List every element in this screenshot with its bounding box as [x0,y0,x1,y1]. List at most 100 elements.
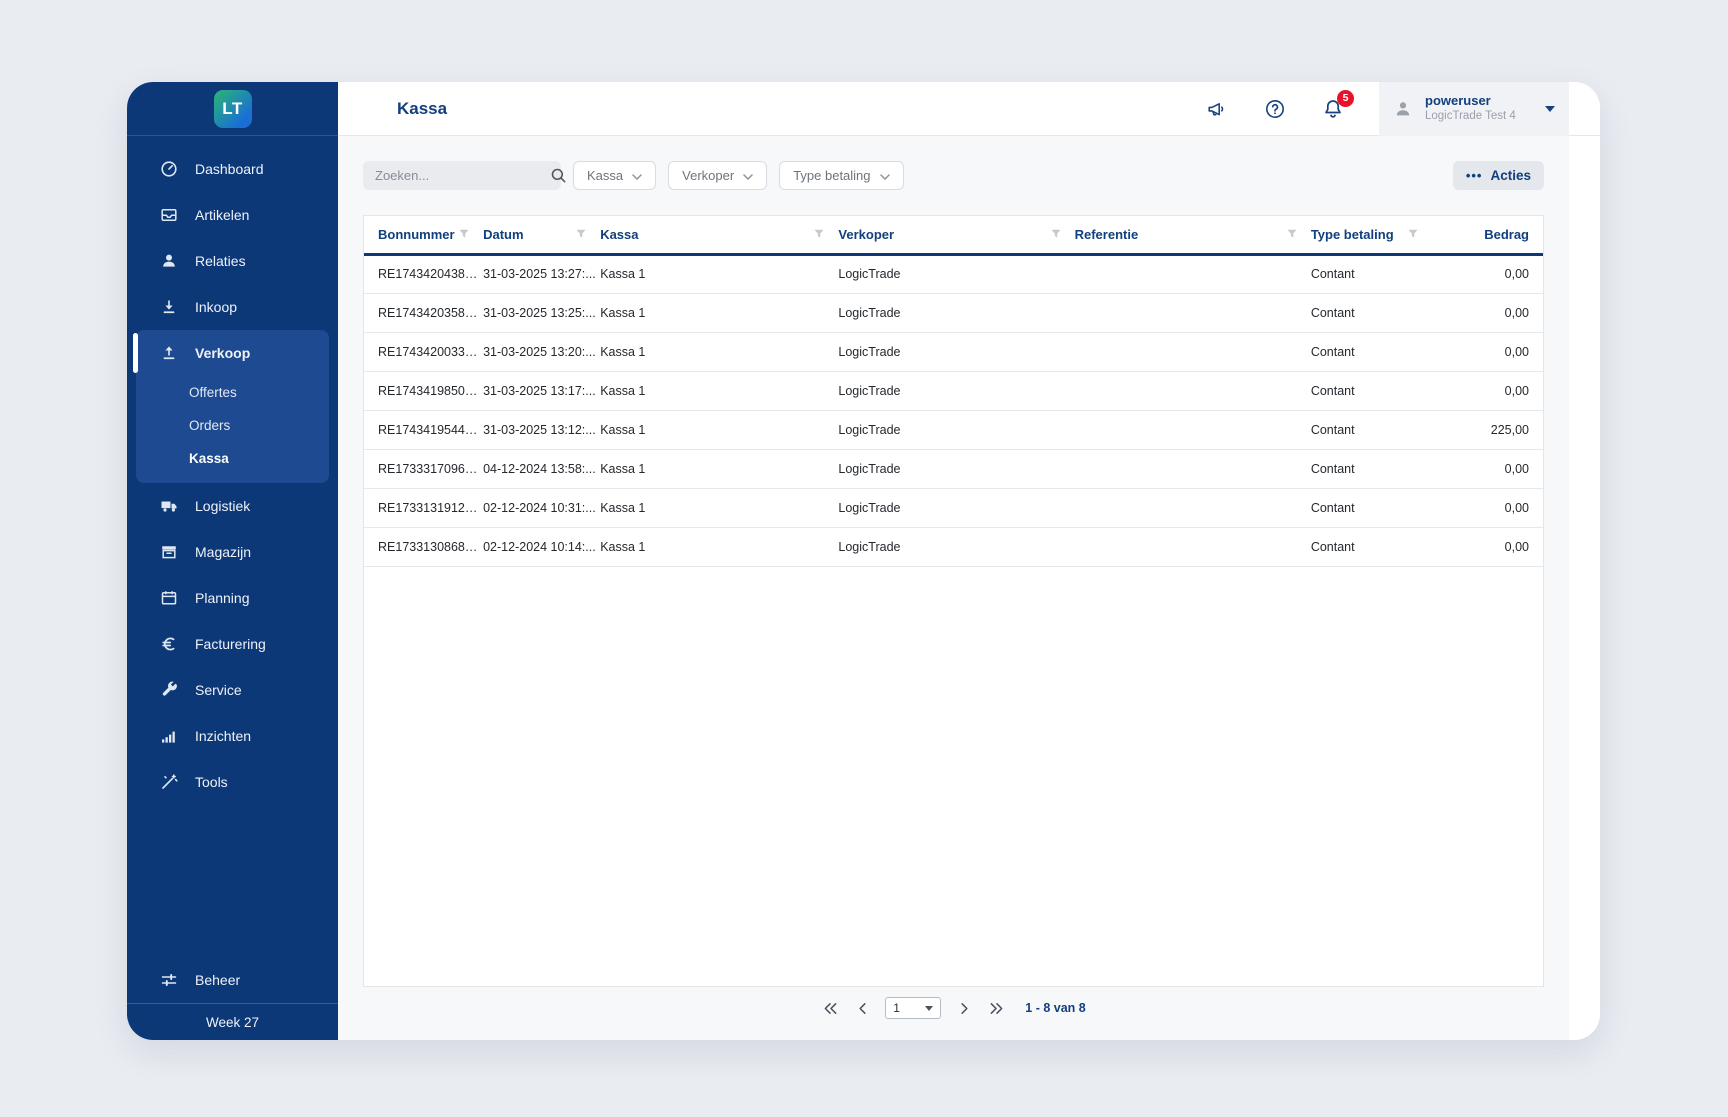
next-page-button[interactable] [955,999,973,1017]
table-row[interactable]: RE1743420438006 31-03-2025 13:27:... Kassa… [364,254,1543,294]
table-row[interactable]: RE1733317096003 04-12-2024 13:58:... Kassa… [364,449,1543,489]
sidebar-subitem-orders[interactable]: Orders [136,409,329,442]
table-row[interactable]: RE1733130868001 02-12-2024 10:14:... Kassa… [364,527,1543,567]
filter-funnel-icon[interactable] [459,229,483,239]
previous-page-button[interactable] [853,999,871,1017]
cell-referentie [1074,254,1311,294]
column-header-referentie[interactable]: Referentie [1075,216,1311,253]
chevron-down-icon [1545,105,1555,112]
cell-verkoper: LogicTrade [838,488,1075,528]
cell-datum: 31-03-2025 13:12:... [483,410,601,450]
column-header-type-betaling[interactable]: Type betaling [1311,216,1432,253]
sidebar-item-dashboard[interactable]: Dashboard [127,146,338,192]
main-area: Kassa 5 poweruser LogicTrade Test 4 Zoek… [338,82,1600,1040]
sidebar-item-label: Logistiek [195,498,251,514]
cell-bonnummer: RE1743420033005 [364,332,484,372]
cell-verkoper: LogicTrade [838,371,1075,411]
cell-type-betaling: Contant [1310,449,1432,489]
filter-row: Kassa Verkoper Type betaling ••• Acties [363,161,1544,190]
cell-datum: 31-03-2025 13:17:... [483,371,601,411]
filter-funnel-icon[interactable] [1408,229,1432,239]
cell-type-betaling: Contant [1310,371,1432,411]
app-window: LT Dashboard Artikelen Relaties Inkoop Verko… [127,82,1600,1040]
page-select[interactable]: 1 [885,997,942,1019]
sidebar-subitem-offertes[interactable]: Offertes [136,376,329,409]
page-title: Kassa [397,98,448,118]
sidebar-item-artikelen[interactable]: Artikelen [127,192,338,238]
sidebar-item-verkoop[interactable]: Verkoop [133,330,329,376]
sidebar-nav: Dashboard Artikelen Relaties Inkoop Verkoop O… [127,136,338,957]
sidebar-item-inkoop[interactable]: Inkoop [127,284,338,330]
filter-dropdowns: Kassa Verkoper Type betaling [573,161,904,190]
column-header-bonnummer[interactable]: Bonnummer [364,216,483,253]
cell-type-betaling: Contant [1310,293,1432,333]
table-row[interactable]: RE1743420033005 31-03-2025 13:20:... Kassa… [364,332,1543,372]
sidebar-item-planning[interactable]: Planning [127,575,338,621]
table-row[interactable]: RE1743420358005 31-03-2025 13:25:... Kassa… [364,293,1543,333]
sidebar-item-logistiek[interactable]: Logistiek [127,483,338,529]
cell-referentie [1074,488,1311,528]
sidebar-item-tools[interactable]: Tools [127,759,338,805]
column-header-kassa[interactable]: Kassa [600,216,838,253]
chevron-down-icon [743,168,753,183]
cell-kassa: Kassa 1 [600,332,839,372]
cell-datum: 31-03-2025 13:27:... [483,254,601,294]
select-caret-icon [925,1005,934,1011]
double-chevron-left-icon [824,1002,837,1014]
cell-bonnummer: RE1743419544005 [364,410,484,450]
sidebar-item-label: Dashboard [195,161,264,177]
filter-type-betaling-dropdown[interactable]: Type betaling [779,161,904,190]
sidebar-item-magazijn[interactable]: Magazijn [127,529,338,575]
chevron-down-icon [879,168,890,183]
filter-funnel-icon[interactable] [1287,229,1311,239]
cell-datum: 31-03-2025 13:25:... [483,293,601,333]
cell-bonnummer: RE1733317096003 [364,449,484,489]
last-page-button[interactable] [987,999,1005,1017]
sidebar-item-service[interactable]: Service [127,667,338,713]
cell-datum: 04-12-2024 13:58:... [483,449,601,489]
user-menu[interactable]: poweruser LogicTrade Test 4 [1379,82,1569,136]
filter-funnel-icon[interactable] [814,229,838,239]
user-name: poweruser [1425,93,1491,109]
filter-kassa-dropdown[interactable]: Kassa [573,161,657,190]
sidebar-item-label: Beheer [195,972,241,988]
active-indicator-bar [133,333,138,373]
column-header-datum[interactable]: Datum [483,216,600,253]
filter-funnel-icon[interactable] [576,229,600,239]
truck-icon [160,497,178,515]
sidebar-subitem-kassa[interactable]: Kassa [136,442,329,475]
search-icon [551,168,566,183]
sidebar: LT Dashboard Artikelen Relaties Inkoop Verko… [127,82,338,1040]
dashboard-icon [160,160,178,178]
announcements-button[interactable] [1205,97,1229,121]
table-row[interactable]: RE1743419850005 31-03-2025 13:17:... Kassa… [364,371,1543,411]
notifications-button[interactable]: 5 [1321,89,1354,121]
cell-bedrag: 0,00 [1431,332,1543,372]
sidebar-item-facturering[interactable]: Facturering [127,621,338,667]
sidebar-item-beheer[interactable]: Beheer [127,957,338,1003]
help-button[interactable] [1263,97,1287,121]
upload-icon [160,344,178,362]
actions-button[interactable]: ••• Acties [1452,161,1544,190]
app-logo[interactable]: LT [213,89,252,128]
user-organisation: LogicTrade Test 4 [1425,110,1516,123]
table-row[interactable]: RE1743419544005 31-03-2025 13:12:... Kassa… [364,410,1543,450]
cell-datum: 31-03-2025 13:20:... [483,332,601,372]
cell-bonnummer: RE1733130868001 [364,527,484,567]
search-input[interactable] [375,168,551,183]
sidebar-item-relaties[interactable]: Relaties [127,238,338,284]
column-header-verkoper[interactable]: Verkoper [838,216,1074,253]
filter-funnel-icon[interactable] [1051,229,1075,239]
filter-verkoper-dropdown[interactable]: Verkoper [668,161,768,190]
cell-datum: 02-12-2024 10:31:... [483,488,601,528]
cell-verkoper: LogicTrade [838,410,1075,450]
cell-bonnummer: RE1743419850005 [364,371,484,411]
table-row[interactable]: RE1733131912002 02-12-2024 10:31:... Kassa… [364,488,1543,528]
cell-type-betaling: Contant [1310,254,1432,294]
topbar: Kassa 5 poweruser LogicTrade Test 4 [338,82,1600,136]
sidebar-group-verkoop: Verkoop Offertes Orders Kassa [133,330,329,483]
column-header-bedrag[interactable]: Bedrag [1432,216,1543,253]
sidebar-item-inzichten[interactable]: Inzichten [127,713,338,759]
sidebar-item-label: Verkoop [195,345,251,361]
first-page-button[interactable] [821,999,839,1017]
